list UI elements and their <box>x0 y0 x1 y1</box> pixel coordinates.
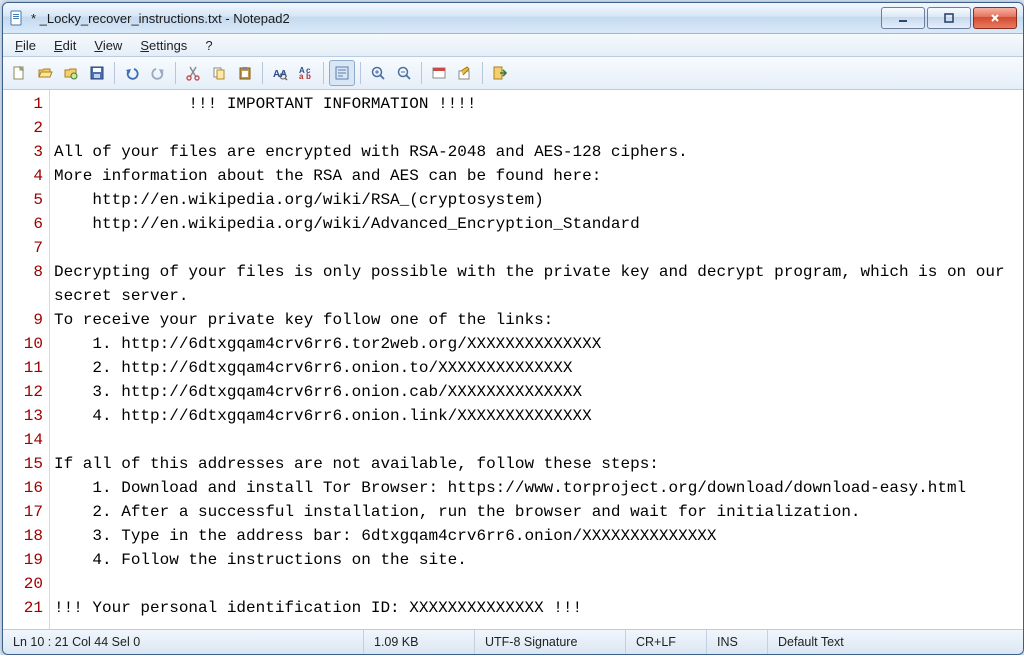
text-line[interactable]: secret server. <box>54 284 1019 308</box>
menu-file[interactable]: File <box>7 36 44 55</box>
text-line[interactable]: 2. http://6dtxgqam4crv6rr6.onion.to/XXXX… <box>54 356 1019 380</box>
scheme-button[interactable] <box>427 61 451 85</box>
line-number: 6 <box>3 212 43 236</box>
status-lexer[interactable]: Default Text <box>768 630 1023 654</box>
word-wrap-button[interactable] <box>329 60 355 86</box>
toolbar: AA Abac <box>3 57 1023 90</box>
redo-button[interactable] <box>146 61 170 85</box>
text-line[interactable]: If all of this addresses are not availab… <box>54 452 1019 476</box>
text-line[interactable]: 3. http://6dtxgqam4crv6rr6.onion.cab/XXX… <box>54 380 1019 404</box>
status-eol[interactable]: CR+LF <box>626 630 707 654</box>
customize-button[interactable] <box>453 61 477 85</box>
status-filesize: 1.09 KB <box>364 630 475 654</box>
line-number: 8 <box>3 260 43 284</box>
line-number: 14 <box>3 428 43 452</box>
text-line[interactable] <box>54 428 1019 452</box>
app-icon <box>9 10 25 26</box>
text-line[interactable]: Decrypting of your files is only possibl… <box>54 260 1019 284</box>
toolbar-separator <box>323 62 324 84</box>
find-button[interactable]: AA <box>268 61 292 85</box>
undo-button[interactable] <box>120 61 144 85</box>
text-line[interactable]: http://en.wikipedia.org/wiki/Advanced_En… <box>54 212 1019 236</box>
toolbar-separator <box>482 62 483 84</box>
text-line[interactable]: 4. http://6dtxgqam4crv6rr6.onion.link/XX… <box>54 404 1019 428</box>
menu-settings[interactable]: Settings <box>132 36 195 55</box>
text-line[interactable]: http://en.wikipedia.org/wiki/RSA_(crypto… <box>54 188 1019 212</box>
app-window: * _Locky_recover_instructions.txt - Note… <box>2 2 1024 655</box>
menu-help[interactable]: ? <box>197 36 220 55</box>
line-number: 13 <box>3 404 43 428</box>
menu-bar: File Edit View Settings ? <box>3 34 1023 57</box>
text-line[interactable] <box>54 116 1019 140</box>
text-line[interactable]: 1. http://6dtxgqam4crv6rr6.tor2web.org/X… <box>54 332 1019 356</box>
text-line[interactable]: More information about the RSA and AES c… <box>54 164 1019 188</box>
open-folder-button[interactable] <box>59 61 83 85</box>
line-number: 3 <box>3 140 43 164</box>
svg-text:c: c <box>306 66 311 75</box>
editor-area[interactable]: 123456789101112131415161718192021 !!! IM… <box>3 90 1023 629</box>
open-file-button[interactable] <box>33 61 57 85</box>
text-line[interactable]: All of your files are encrypted with RSA… <box>54 140 1019 164</box>
text-content[interactable]: !!! IMPORTANT INFORMATION !!!! All of you… <box>50 90 1023 629</box>
text-line[interactable]: 4. Follow the instructions on the site. <box>54 548 1019 572</box>
save-button[interactable] <box>85 61 109 85</box>
maximize-button[interactable] <box>927 7 971 29</box>
line-number: 5 <box>3 188 43 212</box>
text-line[interactable]: 1. Download and install Tor Browser: htt… <box>54 476 1019 500</box>
close-button[interactable] <box>973 7 1017 29</box>
line-number: 18 <box>3 524 43 548</box>
status-bar: Ln 10 : 21 Col 44 Sel 0 1.09 KB UTF-8 Si… <box>3 629 1023 654</box>
line-number: 20 <box>3 572 43 596</box>
status-encoding[interactable]: UTF-8 Signature <box>475 630 626 654</box>
window-title: * _Locky_recover_instructions.txt - Note… <box>31 11 881 26</box>
text-line[interactable] <box>54 572 1019 596</box>
line-number: 9 <box>3 308 43 332</box>
status-position[interactable]: Ln 10 : 21 Col 44 Sel 0 <box>3 630 364 654</box>
new-file-button[interactable] <box>7 61 31 85</box>
zoom-in-button[interactable] <box>366 61 390 85</box>
text-line[interactable]: !!! Your personal identification ID: XXX… <box>54 596 1019 620</box>
title-bar[interactable]: * _Locky_recover_instructions.txt - Note… <box>3 3 1023 34</box>
svg-text:a: a <box>299 72 304 81</box>
line-number: 15 <box>3 452 43 476</box>
cut-button[interactable] <box>181 61 205 85</box>
line-number: 21 <box>3 596 43 620</box>
toolbar-separator <box>421 62 422 84</box>
toolbar-separator <box>360 62 361 84</box>
copy-button[interactable] <box>207 61 231 85</box>
replace-button[interactable]: Abac <box>294 61 318 85</box>
line-number: 7 <box>3 236 43 260</box>
menu-edit[interactable]: Edit <box>46 36 84 55</box>
window-buttons <box>881 7 1017 29</box>
line-number: 16 <box>3 476 43 500</box>
text-line[interactable]: 3. Type in the address bar: 6dtxgqam4crv… <box>54 524 1019 548</box>
text-line[interactable]: 2. After a successful installation, run … <box>54 500 1019 524</box>
line-number: 2 <box>3 116 43 140</box>
paste-button[interactable] <box>233 61 257 85</box>
text-line[interactable]: To receive your private key follow one o… <box>54 308 1019 332</box>
text-line[interactable] <box>54 236 1019 260</box>
line-number: 17 <box>3 500 43 524</box>
zoom-out-button[interactable] <box>392 61 416 85</box>
toolbar-separator <box>262 62 263 84</box>
line-number: 12 <box>3 380 43 404</box>
line-number: 19 <box>3 548 43 572</box>
line-number: 11 <box>3 356 43 380</box>
toolbar-separator <box>175 62 176 84</box>
line-number: 1 <box>3 92 43 116</box>
line-number-gutter: 123456789101112131415161718192021 <box>3 90 50 629</box>
status-insert-mode[interactable]: INS <box>707 630 768 654</box>
line-number <box>3 284 43 308</box>
exit-button[interactable] <box>488 61 512 85</box>
line-number: 4 <box>3 164 43 188</box>
text-line[interactable]: !!! IMPORTANT INFORMATION !!!! <box>54 92 1019 116</box>
minimize-button[interactable] <box>881 7 925 29</box>
menu-view[interactable]: View <box>86 36 130 55</box>
line-number: 10 <box>3 332 43 356</box>
toolbar-separator <box>114 62 115 84</box>
